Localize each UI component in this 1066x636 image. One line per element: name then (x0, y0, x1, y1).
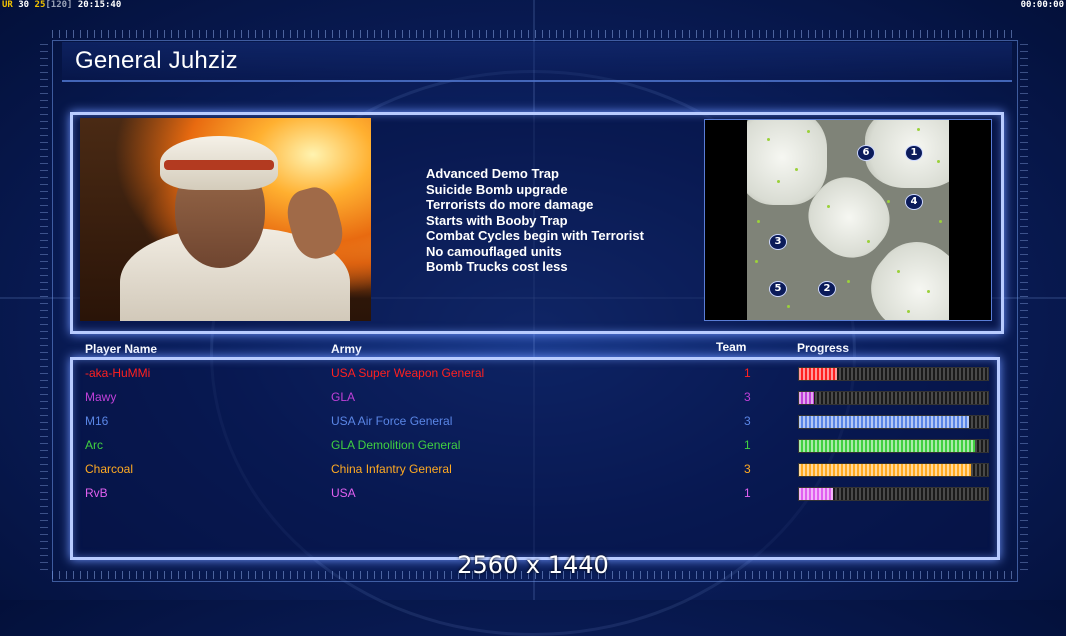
header-progress: Progress (797, 341, 850, 355)
player-name: Mawy (85, 390, 117, 404)
progress-bar-fill (799, 440, 975, 452)
tree-dot (907, 310, 910, 313)
tree-dot (795, 168, 798, 171)
minimap: 6 1 4 3 5 2 (704, 119, 992, 321)
player-army: GLA Demolition General (331, 438, 461, 452)
trait-item: No camouflaged units (426, 243, 562, 259)
portrait-headband (164, 160, 274, 170)
tree-dot (867, 240, 870, 243)
start-position-marker: 3 (769, 234, 787, 250)
progress-bar-fill (799, 416, 970, 428)
tree-dot (755, 260, 758, 263)
player-row: Arc GLA Demolition General 1 (0, 437, 1066, 461)
progress-bar-fill (799, 368, 837, 380)
tree-dot (887, 200, 890, 203)
progress-bar (798, 391, 989, 405)
player-team: 3 (744, 414, 751, 428)
tree-dot (939, 220, 942, 223)
player-army: USA Super Weapon General (331, 366, 485, 380)
start-position-marker: 5 (769, 281, 787, 297)
player-army: GLA (331, 390, 356, 404)
trait-item: Starts with Booby Trap (426, 212, 568, 228)
player-team: 3 (744, 390, 751, 404)
player-army: USA (331, 486, 356, 500)
start-position-marker: 2 (818, 281, 836, 297)
resolution-label: 2560 x 1440 (457, 551, 609, 579)
ruler-top (52, 30, 1016, 38)
hud-left: UR 30 25[120] 20:15:40 (2, 0, 121, 10)
tree-dot (897, 270, 900, 273)
tree-dot (937, 160, 940, 163)
player-name: RvB (85, 486, 108, 500)
trait-item: Combat Cycles begin with Terrorist (426, 228, 644, 243)
progress-bar (798, 415, 989, 429)
hud-bracket: [120] (45, 0, 73, 10)
player-team: 3 (744, 462, 751, 476)
progress-bar (798, 367, 989, 381)
progress-bar-fill (799, 392, 815, 404)
hud-n2: 25 (34, 0, 46, 10)
player-name: Arc (85, 438, 103, 452)
tree-dot (807, 130, 810, 133)
player-row: Charcoal China Infantry General 3 (0, 461, 1066, 485)
player-army: China Infantry General (331, 462, 452, 476)
player-row: -aka-HuMMi USA Super Weapon General 1 (0, 365, 1066, 389)
hud-clock: 20:15:40 (77, 0, 122, 10)
tree-dot (917, 128, 920, 131)
hud-timer: 00:00:00 (1020, 0, 1064, 10)
player-team: 1 (744, 438, 751, 452)
header-team: Team (716, 340, 747, 354)
trait-item: Bomb Trucks cost less (426, 259, 568, 274)
tree-dot (787, 305, 790, 308)
player-row: RvB USA 1 (0, 485, 1066, 509)
player-name: Charcoal (85, 462, 134, 476)
trait-item: Suicide Bomb upgrade (426, 181, 568, 197)
progress-bar (798, 487, 989, 501)
player-team: 1 (744, 486, 751, 500)
progress-bar-fill (799, 488, 834, 500)
start-position-marker: 4 (905, 194, 923, 210)
tree-dot (767, 138, 770, 141)
progress-bar (798, 463, 989, 477)
tree-dot (927, 290, 930, 293)
hud-n1: 30 (18, 0, 30, 10)
tree-dot (827, 205, 830, 208)
player-team: 1 (744, 366, 751, 380)
trait-item: Terrorists do more damage (426, 197, 594, 212)
general-title: General Juhziz (75, 47, 238, 74)
snow-patch (747, 120, 827, 205)
tree-dot (847, 280, 850, 283)
general-portrait (80, 118, 371, 321)
progress-bar-fill (799, 464, 971, 476)
player-name: -aka-HuMMi (85, 366, 151, 380)
tree-dot (777, 180, 780, 183)
header-player-name: Player Name (85, 342, 158, 356)
player-row: M16 USA Air Force General 3 (0, 413, 1066, 437)
player-name: M16 (85, 414, 109, 428)
trait-item: Advanced Demo Trap (426, 166, 559, 181)
minimap-terrain: 6 1 4 3 5 2 (747, 120, 949, 320)
hud-ur: UR (2, 0, 13, 10)
start-position-marker: 1 (905, 145, 923, 161)
player-row: Mawy GLA 3 (0, 389, 1066, 413)
tree-dot (757, 220, 760, 223)
general-traits-list: Advanced Demo Trap Suicide Bomb upgrade … (426, 166, 644, 275)
progress-bar (798, 439, 989, 453)
start-position-marker: 6 (857, 145, 875, 161)
header-army: Army (331, 342, 362, 356)
player-army: USA Air Force General (331, 414, 453, 428)
